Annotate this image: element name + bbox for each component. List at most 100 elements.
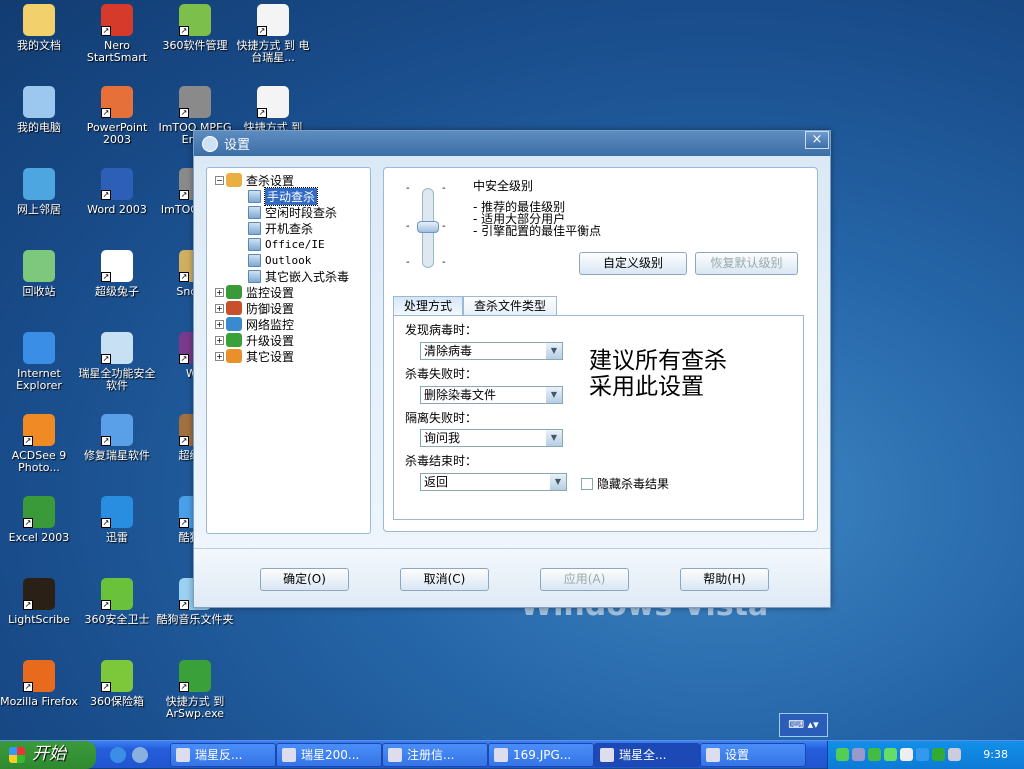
virus-found-select[interactable]: 清除病毒 ▼ [420,342,563,360]
desktop-icon[interactable]: ↗ 修复瑞星软件 [78,410,156,462]
tree-label: 查杀设置 [246,173,295,188]
desktop-icon[interactable]: ↗ Word 2003 [78,164,156,216]
printer-icon[interactable] [900,748,913,761]
tree-node[interactable]: 开机查杀 [215,220,370,236]
taskbar-button[interactable]: 设置 [700,743,806,767]
tree-node[interactable]: + 网络监控 [215,316,370,332]
slider-thumb[interactable] [417,221,439,233]
ok-button[interactable]: 确定(O) [260,568,349,591]
desktop-icon-label: Nero StartSmart [86,39,148,64]
desktop-icon[interactable]: ↗ 360保险箱 [78,656,156,708]
checkbox-label: 隐藏杀毒结果 [597,477,670,491]
volume-icon[interactable] [948,748,961,761]
tree-node[interactable]: + 其它设置 [215,348,370,364]
desktop-icon[interactable]: ↗ 快捷方式 到 电台瑞星... [234,0,312,64]
360-shield-icon[interactable] [884,748,897,761]
tree-node[interactable]: 其它嵌入式杀毒 [215,268,370,284]
desktop-icon[interactable]: ↗ 快捷方式 到 [234,82,312,134]
tree-node[interactable]: + 防御设置 [215,300,370,316]
help-button[interactable]: 帮助(H) [680,568,769,591]
ie-quicklaunch-icon[interactable] [110,747,126,763]
taskbar-button[interactable]: 瑞星反... [170,743,276,767]
tree-node[interactable]: + 监控设置 [215,284,370,300]
expand-icon[interactable]: + [215,319,224,329]
desktop-icon[interactable]: ↗ Excel 2003 [0,492,78,544]
shortcut-arrow-icon: ↗ [101,272,111,282]
tray-arrow-icon[interactable] [836,748,849,761]
desktop-icon[interactable]: 我的电脑 [0,82,78,134]
task-app-icon [388,748,402,762]
desktop-icon[interactable]: ↗ 快捷方式 到 ArSwp.exe [156,656,234,720]
level-title: 中安全级别 [473,179,534,193]
desktop-icon[interactable]: ↗ 超级兔子 [78,246,156,298]
tree-node-scan-settings[interactable]: − 查杀设置 [215,172,370,188]
chevron-down-icon[interactable]: ▼ [550,474,566,490]
hide-results-checkbox[interactable]: 隐藏杀毒结果 [581,475,669,492]
chevron-down-icon[interactable]: ▼ [546,430,562,446]
taskbar-button[interactable]: 瑞星200... [276,743,382,767]
category-icon [226,301,242,315]
security-level-slider[interactable] [417,188,439,268]
tray-globe-icon[interactable] [916,748,929,761]
desktop-icon[interactable]: ↗ Nero StartSmart [78,0,156,64]
desktop-icon-label: 360安全卫士 [84,613,150,626]
desktop-icon-label: 我的电脑 [17,121,61,134]
network-icon[interactable] [852,748,865,761]
start-button[interactable]: 开始 [0,741,96,769]
desktop-icon[interactable]: ↗ Mozilla Firefox [0,656,78,708]
tree-node[interactable]: Office/IE [215,236,370,252]
tree-label: 其它设置 [246,349,295,364]
language-bar[interactable]: ⌨ ▴▾ [779,713,828,737]
desktop-icon[interactable]: ↗ LightScribe [0,574,78,626]
select-value: 清除病毒 [424,344,473,358]
apply-button[interactable]: 应用(A) [540,568,629,591]
expand-icon[interactable]: + [215,287,224,297]
task-label: 注册信... [407,748,455,762]
desktop-icon[interactable]: 回收站 [0,246,78,298]
expand-icon[interactable]: + [215,303,224,313]
tray-app-icon[interactable] [868,748,881,761]
desktop-icon[interactable]: ↗ 迅雷 [78,492,156,544]
desktop-icon[interactable]: ↗ 360软件管理 [156,0,234,52]
cancel-button[interactable]: 取消(C) [400,568,489,591]
restore-default-button[interactable]: 恢复默认级别 [695,252,798,275]
desktop-icon[interactable]: ↗ PowerPoint 2003 [78,82,156,146]
task-app-icon [494,748,508,762]
desktop-icon-label: 360保险箱 [90,695,144,708]
desktop-icon[interactable]: ↗ 360安全卫士 [78,574,156,626]
collapse-icon[interactable]: − [215,175,224,185]
scan-finished-select[interactable]: 返回 ▼ [420,473,567,491]
tree-node[interactable]: 手动查杀 [215,186,370,206]
tab-file-types[interactable]: 查杀文件类型 [463,296,558,316]
taskbar-button[interactable]: 瑞星全... [594,743,700,767]
chevron-down-icon[interactable]: ▼ [546,387,562,403]
kill-failed-select[interactable]: 删除染毒文件 ▼ [420,386,563,404]
close-button[interactable]: × [805,131,829,149]
tree-node[interactable]: + 升级设置 [215,332,370,348]
desktop-icon-label: Excel 2003 [8,531,70,544]
title-bar[interactable]: 设置 [194,131,830,156]
desktop-icon[interactable]: ↗ ACDSee 9 Photo... [0,410,78,474]
tree-node[interactable]: Outlook [215,252,370,268]
custom-level-button[interactable]: 自定义级别 [579,252,687,275]
tree-label: 监控设置 [246,285,295,300]
tree-node[interactable]: 空闲时段查杀 [215,204,370,220]
desktop-icon[interactable]: ↗ 瑞星全功能安全软件 [78,328,156,392]
expand-icon[interactable]: + [215,351,224,361]
desktop-icon-label: 瑞星全功能安全软件 [78,367,156,392]
taskbar-button[interactable]: 注册信... [382,743,488,767]
desktop-icon-label: 超级兔子 [95,285,139,298]
desktop-icon[interactable]: 我的文档 [0,0,78,52]
chevron-down-icon[interactable]: ▼ [546,343,562,359]
expand-icon[interactable]: + [215,335,224,345]
desktop-icon[interactable]: Internet Explorer [0,328,78,392]
tab-handling[interactable]: 处理方式 [393,296,464,316]
umbrella-icon[interactable] [932,748,945,761]
shortcut-arrow-icon: ↗ [179,26,189,36]
checkbox[interactable] [581,477,593,490]
desktop-icon[interactable]: 网上邻居 [0,164,78,216]
ie-alt-quicklaunch-icon[interactable] [132,747,148,763]
quarantine-failed-select[interactable]: 询问我 ▼ [420,429,563,447]
desktop-icon-label: ACDSee 9 Photo... [11,449,67,474]
taskbar-button[interactable]: 169.JPG... [488,743,594,767]
